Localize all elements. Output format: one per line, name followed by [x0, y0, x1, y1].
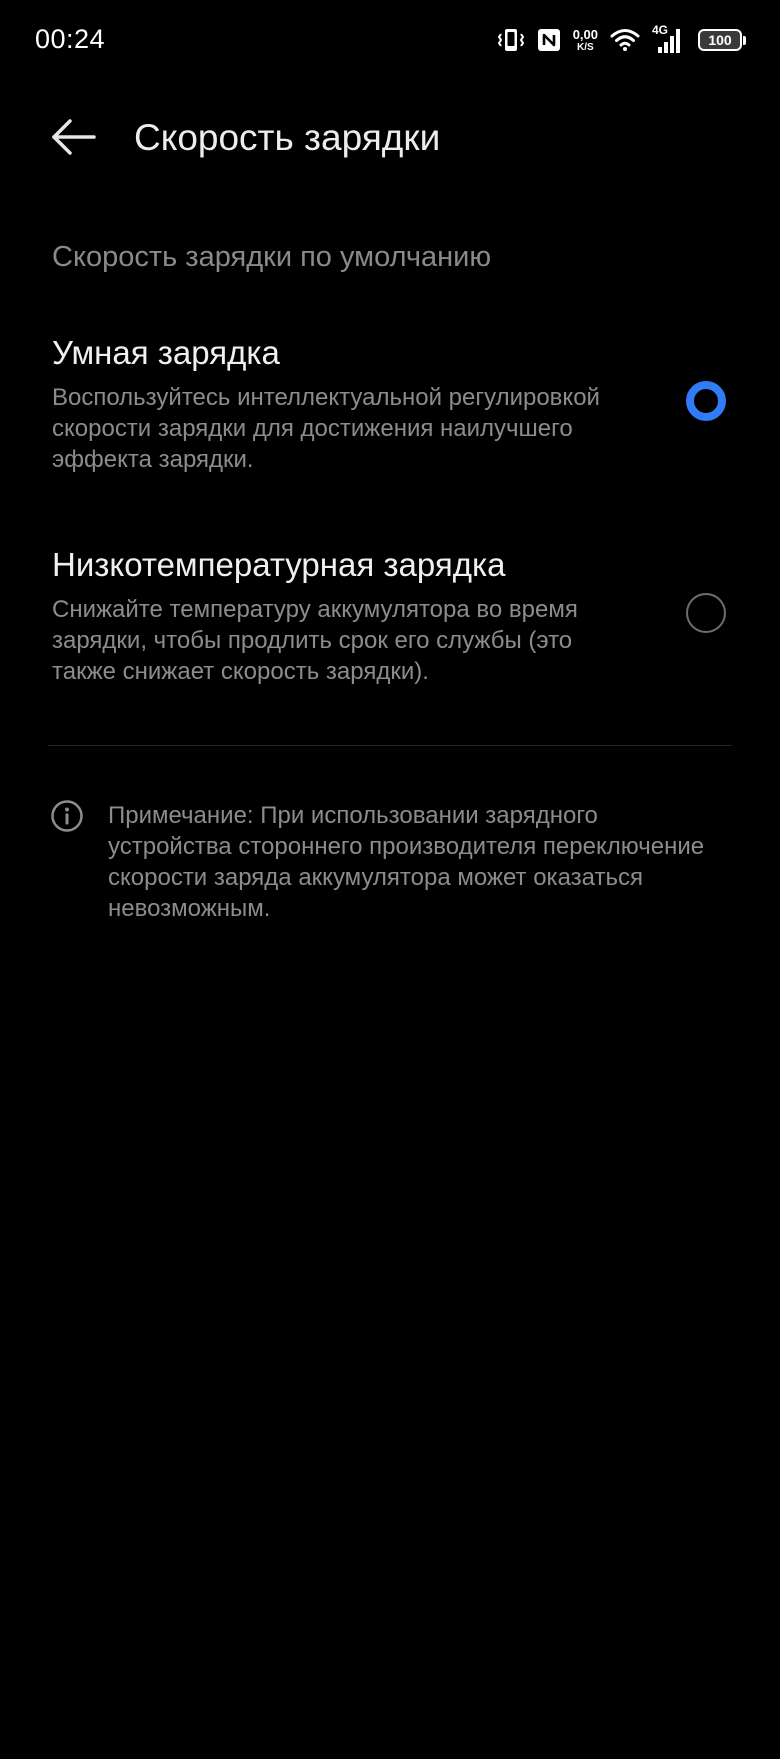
option-description: Снижайте температуру аккумулятора во вре… — [52, 596, 578, 685]
vibrate-icon — [497, 27, 525, 53]
radio-low-temperature-charging[interactable] — [686, 593, 726, 633]
note-text: Примечание: При использовании зарядного … — [108, 802, 705, 922]
status-icons: 0,00 K/S 4G 100 — [497, 20, 746, 60]
divider — [48, 745, 732, 746]
option-smart-charging[interactable]: Умная зарядка Воспользуйтесь интеллектуа… — [0, 330, 780, 480]
net-speed-value: 0,00 — [572, 26, 598, 42]
cell-signal-icon: 4G — [652, 23, 686, 55]
battery-level: 100 — [708, 32, 732, 48]
header: Скорость зарядки — [0, 100, 780, 180]
radio-smart-charging[interactable] — [686, 381, 726, 421]
nfc-icon — [537, 28, 561, 52]
status-bar: 00:24 0,00 K/S 4G 100 — [0, 0, 780, 80]
net-speed: 0,00 K/S — [573, 28, 598, 53]
net-speed-unit: K/S — [577, 41, 594, 53]
battery-indicator: 100 — [698, 29, 746, 51]
option-low-temperature-charging[interactable]: Низкотемпературная зарядка Снижайте темп… — [0, 542, 780, 692]
section-label: Скорость зарядки по умолчанию — [52, 241, 492, 273]
wifi-icon — [610, 28, 640, 52]
option-description: Воспользуйтесь интеллектуальной регулиро… — [52, 384, 600, 473]
arrow-left-icon — [48, 117, 96, 162]
battery-tip — [743, 35, 746, 45]
option-title: Умная зарядка — [52, 334, 280, 371]
status-time: 00:24 — [35, 24, 106, 54]
battery-icon: 100 — [698, 29, 742, 51]
option-title: Низкотемпературная зарядка — [52, 546, 506, 583]
back-button[interactable] — [44, 114, 100, 164]
page-title: Скорость зарядки — [134, 117, 441, 158]
info-icon — [50, 799, 84, 833]
